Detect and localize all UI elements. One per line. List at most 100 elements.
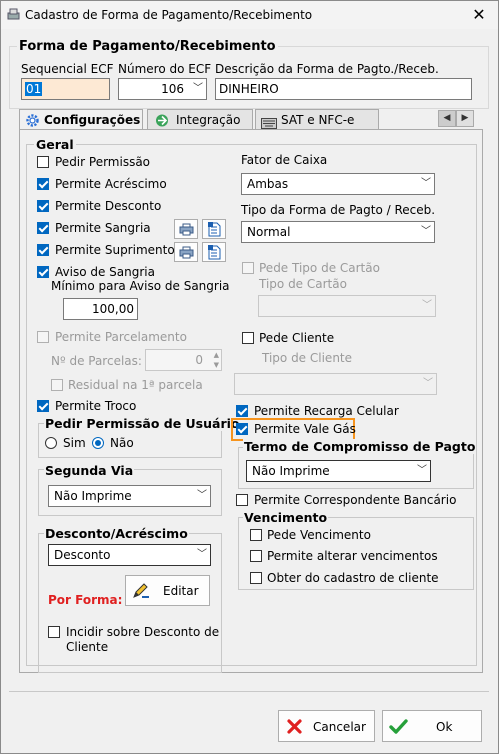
printer-icon: [179, 246, 194, 262]
tipo-forma-value: Normal: [247, 225, 291, 239]
termo-combo[interactable]: Não Imprime ﹀: [246, 460, 431, 482]
pedir-permissao-label: Pedir Permissão: [55, 155, 151, 169]
descricao-value: DINHEIRO: [219, 82, 279, 96]
permite-acrescimo-label: Permite Acréscimo: [55, 177, 167, 191]
tab-configuracoes-label: Configurações: [44, 113, 141, 127]
spin-up-icon[interactable]: ▲: [214, 350, 219, 360]
permite-recarga-label: Permite Recarga Celular: [254, 404, 399, 418]
permite-parcelamento-checkbox[interactable]: [37, 331, 49, 343]
permite-acrescimo-checkbox[interactable]: [37, 178, 49, 190]
sequencial-label: Sequencial ECF: [21, 62, 114, 76]
numero-ecf-combo[interactable]: 106 ﹀: [118, 78, 207, 100]
permite-troco-checkbox[interactable]: [37, 400, 49, 412]
residual-label: Residual na 1ª parcela: [68, 378, 203, 392]
fator-caixa-combo[interactable]: Ambas ﹀: [241, 173, 435, 195]
close-x-icon: [286, 718, 303, 738]
obter-cadastro-label: Obter do cadastro de cliente: [267, 571, 439, 585]
pencil-icon: [132, 583, 150, 602]
desconto-combo[interactable]: Desconto ﹀: [48, 544, 211, 566]
dialog-window: Cadastro de Forma de Pagamento/Recebimen…: [0, 0, 499, 754]
tab-integracao-label: Integração: [176, 113, 241, 127]
chevron-down-icon: ﹀: [197, 549, 207, 560]
tipo-cliente-combo[interactable]: ﹀: [234, 373, 437, 395]
permite-alterar-venc-label: Permite alterar vencimentos: [267, 549, 438, 563]
close-button[interactable]: ✕: [460, 1, 498, 29]
ok-button[interactable]: Ok: [382, 710, 482, 742]
permite-alterar-venc-checkbox[interactable]: [250, 550, 262, 562]
document-icon: [208, 245, 221, 263]
spin-down-icon[interactable]: ▼: [214, 360, 219, 370]
incidir-label: Incidir sobre Desconto de: [66, 625, 220, 639]
permite-desconto-checkbox[interactable]: [37, 200, 49, 212]
suprimento-doc-button[interactable]: [202, 242, 226, 262]
sequencial-field[interactable]: 01: [21, 78, 110, 100]
incidir-checkbox[interactable]: [48, 626, 60, 638]
ok-label: Ok: [436, 720, 453, 734]
aviso-sangria-label: Aviso de Sangria: [55, 265, 155, 279]
footer-separator: [9, 691, 489, 692]
minimo-aviso-field[interactable]: 100,00: [63, 298, 138, 320]
fator-caixa-label: Fator de Caixa: [241, 153, 328, 167]
permite-troco-label: Permite Troco: [55, 399, 137, 413]
segunda-via-combo[interactable]: Não Imprime ﹀: [48, 485, 211, 507]
permite-correspondente-checkbox[interactable]: [236, 494, 248, 506]
permite-sangria-label: Permite Sangria: [55, 221, 151, 235]
sim-radio[interactable]: [45, 437, 57, 449]
editar-button[interactable]: Editar: [125, 575, 210, 606]
residual-checkbox[interactable]: [51, 379, 63, 391]
nao-radio[interactable]: [92, 437, 104, 449]
tipo-forma-label: Tipo da Forma de Pagto / Receb.: [241, 203, 436, 217]
tipo-cartao-label: Tipo de Cartão: [259, 277, 347, 291]
sangria-print-button[interactable]: [174, 219, 198, 239]
document-icon: [208, 222, 221, 240]
pede-cliente-label: Pede Cliente: [259, 331, 335, 345]
chevron-down-icon: ﹀: [417, 465, 427, 476]
tipo-cartao-combo[interactable]: ﹀: [258, 295, 436, 317]
window-title: Cadastro de Forma de Pagamento/Recebimen…: [25, 8, 313, 22]
cancelar-button[interactable]: Cancelar: [278, 710, 375, 742]
tab-sat-nfce[interactable]: SAT e NFC-e: [255, 109, 379, 131]
desconto-value: Desconto: [54, 548, 111, 562]
minimo-aviso-value: 100,00: [92, 302, 134, 316]
vencimento-title: Vencimento: [243, 510, 329, 525]
permite-correspondente-label: Permite Correspondente Bancário: [254, 493, 457, 507]
checkmark-icon: [389, 718, 408, 738]
pedir-permissao-checkbox[interactable]: [37, 156, 49, 168]
termo-compromisso-title: Termo de Compromisso de Pagto: [243, 439, 477, 454]
tab-integracao[interactable]: Integração: [147, 109, 253, 131]
tab-sat-label: SAT e NFC-e: [281, 113, 355, 127]
sangria-doc-button[interactable]: [202, 219, 226, 239]
geral-title: Geral: [34, 137, 76, 152]
pede-tipo-cartao-label: Pede Tipo de Cartão: [259, 261, 380, 275]
num-parcelas-spinner[interactable]: 0 ▲ ▼: [145, 349, 222, 371]
num-parcelas-value: 0: [195, 353, 203, 367]
pede-vencimento-label: Pede Vencimento: [267, 528, 371, 542]
tab-scroll-left-button[interactable]: ◀: [438, 110, 456, 127]
tab-scroll-right-button[interactable]: ▶: [456, 110, 474, 127]
pedir-permissao-usuario-title: Pedir Permissão de Usuário: [44, 416, 241, 431]
numero-ecf-label: Número do ECF: [118, 62, 212, 76]
chevron-down-icon: ﹀: [422, 300, 432, 311]
chevron-down-icon: ﹀: [421, 178, 431, 189]
obter-cadastro-checkbox[interactable]: [250, 572, 262, 584]
permite-desconto-label: Permite Desconto: [55, 199, 162, 213]
descricao-field[interactable]: DINHEIRO: [215, 78, 472, 100]
permite-vale-gas-checkbox[interactable]: [236, 423, 248, 435]
segunda-via-value: Não Imprime: [54, 489, 132, 503]
app-icon: [7, 8, 20, 21]
permite-suprimento-label: Permite Suprimento: [55, 243, 175, 257]
sim-label: Sim: [63, 436, 86, 450]
permite-recarga-checkbox[interactable]: [236, 405, 248, 417]
num-parcelas-label: Nº de Parcelas:: [51, 354, 142, 368]
pede-vencimento-checkbox[interactable]: [250, 529, 262, 541]
pede-tipo-cartao-checkbox[interactable]: [242, 262, 254, 274]
pede-cliente-checkbox[interactable]: [242, 332, 254, 344]
aviso-sangria-checkbox[interactable]: [37, 266, 49, 278]
permite-suprimento-checkbox[interactable]: [37, 244, 49, 256]
permite-sangria-checkbox[interactable]: [37, 222, 49, 234]
sequencial-value: 01: [25, 82, 43, 96]
suprimento-print-button[interactable]: [174, 242, 198, 262]
tipo-forma-combo[interactable]: Normal ﹀: [241, 221, 435, 243]
segunda-via-title: Segunda Via: [44, 463, 135, 478]
cancelar-label: Cancelar: [313, 720, 366, 734]
